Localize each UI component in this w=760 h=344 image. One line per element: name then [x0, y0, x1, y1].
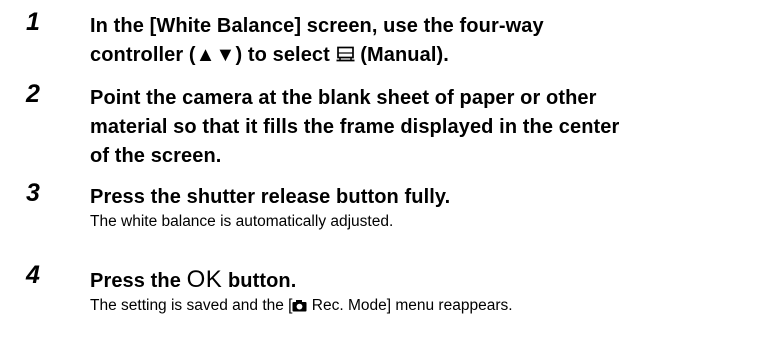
step-heading-line: material so that it fills the frame disp…	[90, 116, 620, 138]
step-heading-line: of the screen.	[90, 145, 222, 167]
ok-button-label: OK	[186, 266, 223, 293]
step-heading: Point the camera at the blank sheet of p…	[90, 84, 754, 171]
camera-icon	[292, 298, 307, 318]
description-text: Rec. Mode] menu reappears.	[307, 297, 513, 314]
step-description: The white balance is automatically adjus…	[90, 213, 394, 230]
heading-text: button.	[222, 270, 297, 292]
step-heading-line: Point the camera at the blank sheet of p…	[90, 87, 597, 109]
step-number: 4	[26, 261, 40, 289]
heading-text: controller (▲▼) to select	[90, 44, 336, 66]
step-number: 3	[26, 179, 40, 207]
step-number: 1	[26, 8, 40, 36]
step-heading: In the [White Balance] screen, use the f…	[90, 12, 754, 72]
step-heading-line: Press the shutter release button fully.	[90, 186, 451, 208]
step-heading-line: In the [White Balance] screen, use the f…	[90, 15, 544, 37]
description-text: The setting is saved and the [	[90, 297, 293, 314]
instruction-steps: 1 In the [White Balance] screen, use the…	[0, 0, 760, 344]
step-heading-line: controller (▲▼) to select (Manual).	[90, 41, 754, 72]
step-heading: Press the OK button.	[90, 265, 754, 296]
heading-text: (Manual).	[354, 44, 449, 66]
step-number: 2	[26, 80, 40, 108]
manual-white-balance-icon	[336, 43, 355, 72]
heading-text: Press the	[90, 270, 187, 292]
step-description: The setting is saved and the [ Rec. Mode…	[90, 296, 513, 318]
step-heading-line: Press the OK button.	[90, 265, 754, 296]
step-heading: Press the shutter release button fully.	[90, 183, 754, 212]
